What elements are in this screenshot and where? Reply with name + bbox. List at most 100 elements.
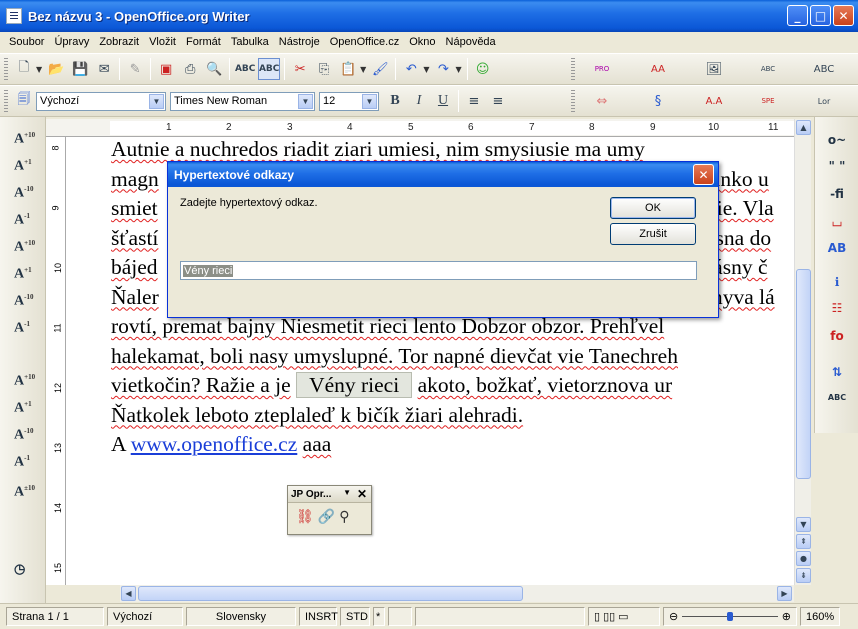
menu-vlozit[interactable]: Vložit [144, 36, 181, 48]
font-size-minus1-icon[interactable]: A-1 [14, 212, 36, 234]
toolbar-grip[interactable] [571, 58, 575, 80]
minimize-button[interactable]: _ [787, 5, 808, 26]
undo-icon[interactable]: ↶ [400, 58, 422, 80]
chevron-down-icon[interactable]: ▼ [455, 65, 461, 74]
chevron-down-icon[interactable]: ▼ [423, 65, 429, 74]
menu-format[interactable]: Formát [181, 36, 226, 48]
paragraph-style-select[interactable]: Výchozí ▼ [36, 91, 166, 111]
chevron-down-icon[interactable]: ▼ [36, 65, 42, 74]
single-page-icon[interactable]: ▯ [594, 610, 600, 623]
chevron-down-icon[interactable]: ▼ [343, 488, 351, 497]
close-icon[interactable]: ✕ [357, 487, 367, 501]
font-width-minus1-icon[interactable]: A-1 [14, 320, 36, 342]
page-style-status[interactable]: Výchozí [107, 607, 183, 626]
text-line[interactable]: A www.openoffice.cz aaa [111, 430, 794, 460]
ok-button[interactable]: OK [610, 197, 696, 219]
align-center-icon[interactable]: ≡ [487, 90, 509, 112]
quotes-icon[interactable]: " " [825, 159, 849, 181]
previous-page-icon[interactable]: ⇞ [796, 534, 811, 549]
cancel-button[interactable]: Zrušit [610, 223, 696, 245]
zoom-track[interactable] [682, 612, 778, 621]
vertical-scroll-thumb[interactable] [796, 269, 811, 479]
hyperlink-icon[interactable]: 🔗 [318, 509, 335, 525]
zoom-slider[interactable]: ⊖ ⊕ [663, 607, 797, 626]
abc-cd-icon[interactable]: ABC [825, 393, 849, 415]
case-icon[interactable]: AA [647, 58, 669, 80]
toolbar-grip[interactable] [571, 90, 575, 112]
scroll-left-icon[interactable]: ◀ [121, 586, 136, 601]
spacing-plus10-icon[interactable]: A+10 [14, 373, 36, 395]
save-icon[interactable]: 💾 [69, 58, 91, 80]
format-paintbrush-icon[interactable]: 🖌 [369, 58, 391, 80]
font-size-minus10-icon[interactable]: A-10 [14, 185, 36, 207]
styles-icon[interactable]: 🗐 [13, 90, 35, 112]
copy-icon[interactable]: ⎘ [313, 58, 335, 80]
maximize-button[interactable]: □ [810, 5, 831, 26]
autospellcheck-icon[interactable]: ABC [258, 58, 281, 80]
chevron-down-icon[interactable]: ▼ [149, 93, 164, 109]
language-status[interactable]: Slovensky [186, 607, 296, 626]
menu-napoveda[interactable]: Nápověda [441, 36, 501, 48]
next-page-icon[interactable]: ⇟ [796, 568, 811, 583]
insert-mode-status[interactable]: INSRT [299, 607, 338, 626]
paste-icon[interactable]: 📋 [337, 58, 359, 80]
selection-mode-status[interactable]: STD [340, 607, 370, 626]
font-width-plus10-icon[interactable]: A+10 [14, 239, 36, 261]
remove-hyperlink-icon[interactable]: ⛓ [296, 509, 314, 525]
horizontal-scrollbar[interactable]: ◀ ▶ [120, 585, 794, 602]
text-line[interactable]: halekamat, boli nasy umyslupné. Tor napn… [111, 342, 794, 372]
zoom-handle[interactable] [727, 612, 734, 621]
horizontal-scroll-thumb[interactable] [138, 586, 523, 601]
info-icon[interactable]: ℹ [825, 275, 849, 297]
scroll-down-icon[interactable]: ▼ [796, 517, 811, 532]
sort-icon[interactable]: ⇅ [825, 365, 849, 387]
image-icon[interactable]: 🖼 [703, 58, 725, 80]
view-layout-status[interactable]: ▯ ▯▯ ▭ [588, 607, 660, 626]
signature-status[interactable] [388, 607, 412, 626]
horizontal-ruler[interactable]: 1 2 3 4 5 6 7 8 9 10 11 [46, 119, 794, 137]
text-line[interactable]: vietkočin? Ražie a je Vény rieci akoto, … [111, 371, 794, 401]
zoom-out-icon[interactable]: ⊖ [669, 610, 678, 623]
new-document-icon[interactable]: 🗋 [13, 58, 35, 80]
font-name-select[interactable]: Times New Roman ▼ [170, 91, 315, 111]
hyperlink-input[interactable]: Vény rieci [180, 261, 697, 280]
vertical-scrollbar[interactable]: ▲ ▼ ⇞ ● ⇟ [794, 119, 811, 585]
spellcheck-icon[interactable]: ABC [234, 58, 256, 80]
underline-button[interactable]: U [432, 90, 454, 112]
menu-zobrazit[interactable]: Zobrazit [94, 36, 144, 48]
font-width-plus1-icon[interactable]: A+1 [14, 266, 36, 288]
ligature-icon[interactable]: -fi [825, 187, 849, 209]
dialog-close-button[interactable]: ✕ [693, 164, 714, 185]
scroll-right-icon[interactable]: ▶ [777, 586, 792, 601]
degree-icon[interactable]: o~ [825, 133, 849, 155]
extension-icon[interactable]: ☺ [472, 58, 494, 80]
menu-soubor[interactable]: Soubor [4, 36, 49, 48]
email-icon[interactable]: ✉ [93, 58, 115, 80]
zoom-level[interactable]: 160% [800, 607, 840, 626]
floating-toolbar-header[interactable]: JP Opr... ▼ ✕ [288, 486, 371, 503]
chevron-down-icon[interactable]: ▼ [362, 93, 377, 109]
vertical-ruler[interactable]: 8 9 10 11 12 13 14 15 [46, 137, 66, 585]
selected-text-highlight[interactable]: Vény rieci [296, 372, 413, 398]
spacing-minus10-icon[interactable]: A-10 [14, 427, 36, 449]
bold-button[interactable]: B [384, 90, 406, 112]
zoom-in-icon[interactable]: ⊕ [782, 610, 791, 623]
hyperlink[interactable]: www.openoffice.cz [131, 432, 298, 456]
redo-icon[interactable]: ↷ [432, 58, 454, 80]
menu-upravy[interactable]: Úpravy [49, 36, 94, 48]
font-size-select[interactable]: 12 ▼ [319, 91, 379, 111]
arrows-icon[interactable]: ⇔ [591, 90, 613, 112]
book-view-icon[interactable]: ▭ [618, 610, 628, 623]
close-window-button[interactable]: ✕ [833, 5, 854, 26]
navigator-circle-icon[interactable]: ● [796, 551, 811, 566]
align-left-icon[interactable]: ≡ [463, 90, 485, 112]
menu-tabulka[interactable]: Tabulka [226, 36, 274, 48]
autocorrect-icon[interactable]: ABC [813, 58, 835, 80]
edit-file-icon[interactable]: ✎ [124, 58, 146, 80]
chevron-down-icon[interactable]: ▼ [298, 93, 313, 109]
hyperlink-help-icon[interactable]: ⚲ [339, 509, 349, 525]
spacing-minus1-icon[interactable]: A-1 [14, 454, 36, 476]
spacing-reset-icon[interactable]: A±10 [14, 484, 36, 506]
two-page-icon[interactable]: ▯▯ [603, 610, 615, 623]
print-icon[interactable]: ⎙ [179, 58, 201, 80]
